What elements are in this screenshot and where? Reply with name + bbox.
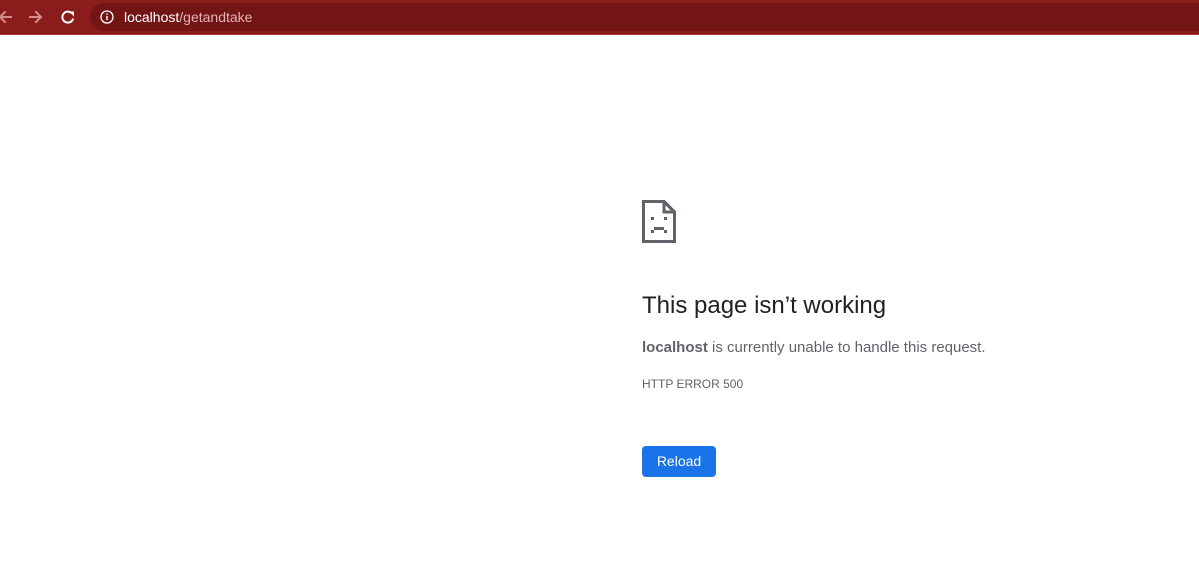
forward-button[interactable]: [25, 6, 47, 28]
url-host: localhost: [124, 9, 180, 25]
url-path: /getandtake: [179, 9, 253, 25]
reload-page-button[interactable]: [57, 6, 79, 28]
back-button[interactable]: [0, 6, 16, 28]
url-text[interactable]: localhost/getandtake: [124, 9, 252, 25]
error-description: localhost is currently unable to handle …: [642, 339, 986, 357]
error-message: is currently unable to handle this reque…: [707, 339, 986, 356]
sad-page-icon: [642, 200, 676, 243]
error-title: This page isn’t working: [642, 292, 887, 319]
address-bar[interactable]: localhost/getandtake: [90, 3, 1199, 31]
reload-icon: [61, 10, 75, 24]
error-host: localhost: [642, 339, 708, 356]
arrow-right-icon: [29, 10, 43, 24]
info-icon[interactable]: [100, 10, 114, 24]
arrow-left-icon: [0, 10, 12, 24]
browser-toolbar: localhost/getandtake: [0, 0, 1199, 35]
reload-button[interactable]: Reload: [642, 446, 716, 477]
error-code: HTTP ERROR 500: [642, 377, 744, 391]
